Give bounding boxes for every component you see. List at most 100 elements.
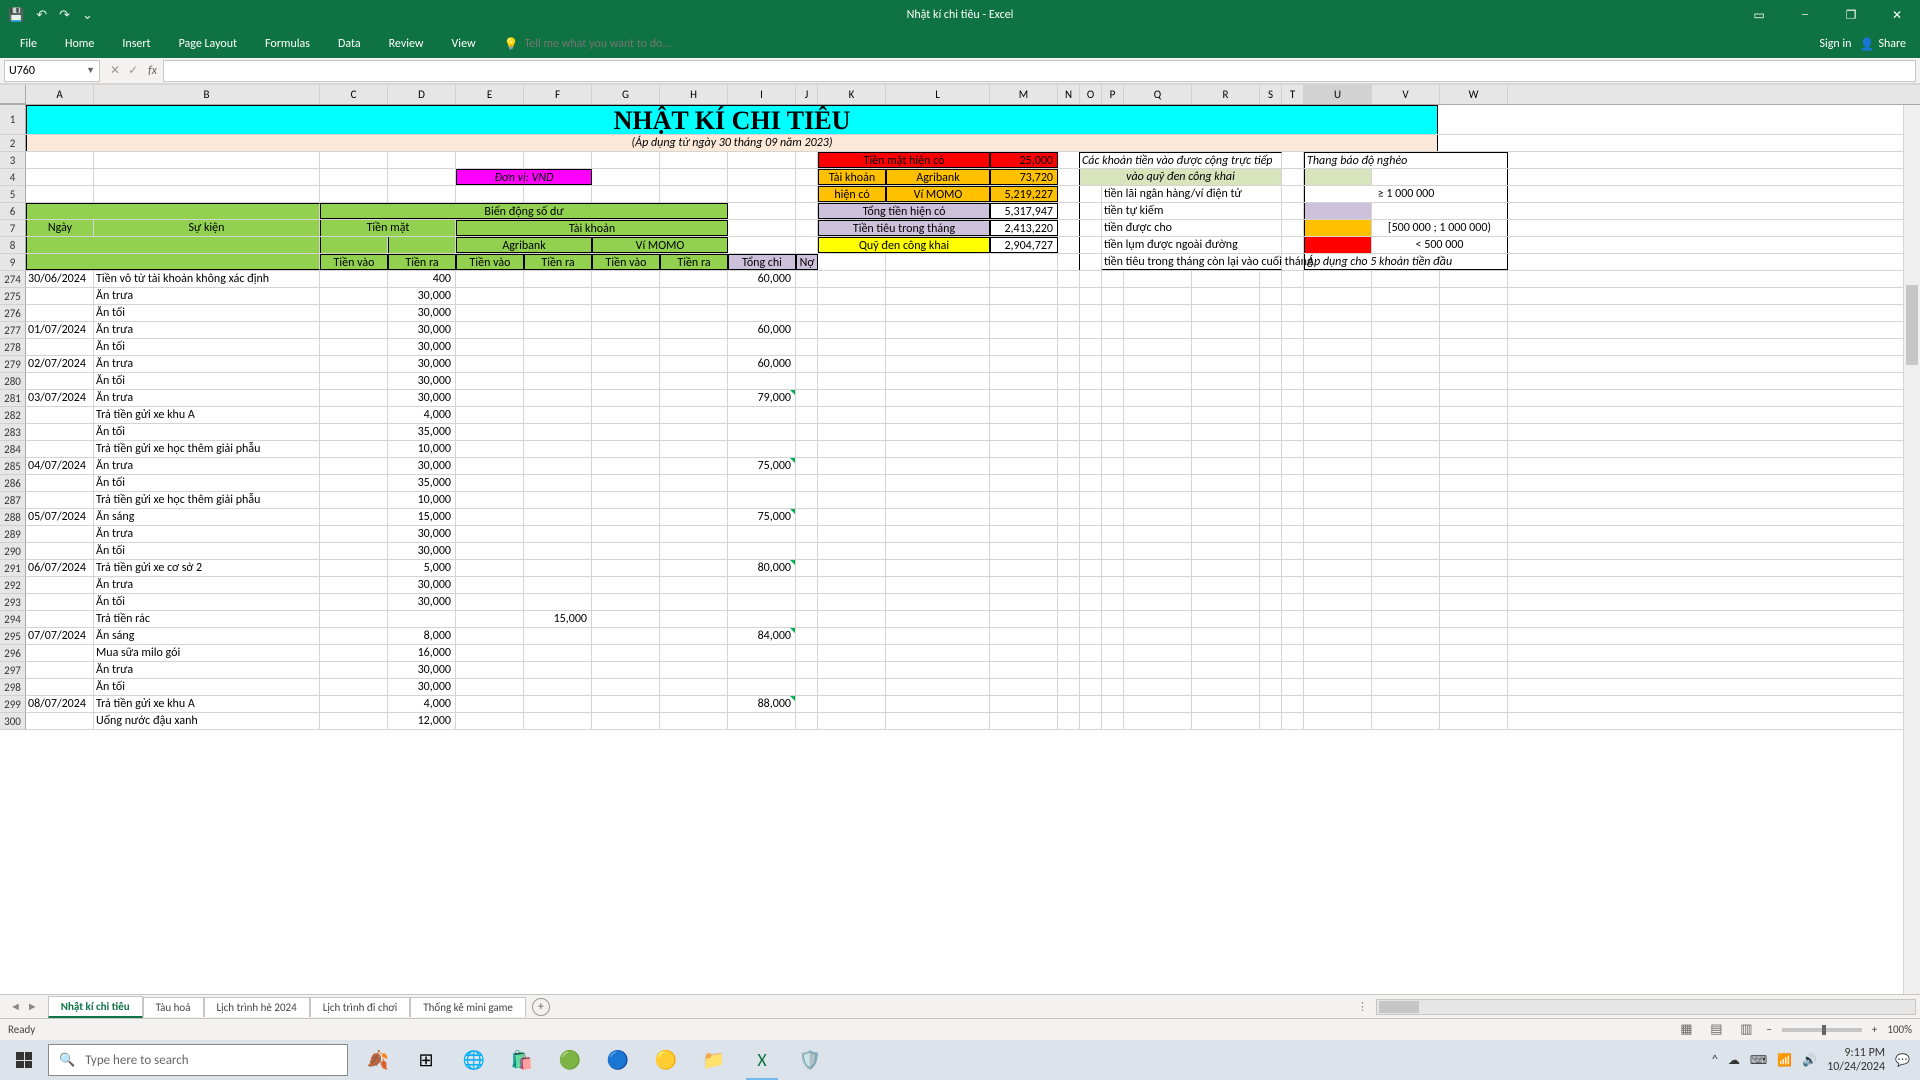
- cell[interactable]: [26, 679, 94, 695]
- sheet-tab[interactable]: Thống kê mini game: [410, 997, 526, 1017]
- cell[interactable]: [1440, 339, 1508, 355]
- cell[interactable]: 30,000: [388, 322, 456, 338]
- cell[interactable]: [1124, 628, 1192, 644]
- cell[interactable]: [990, 509, 1058, 525]
- cell[interactable]: Trả tiền rác: [94, 611, 320, 627]
- cell[interactable]: [1282, 509, 1304, 525]
- cell[interactable]: [1304, 679, 1372, 695]
- zoom-out-button[interactable]: −: [1766, 1023, 1771, 1036]
- cell[interactable]: [592, 322, 660, 338]
- cell[interactable]: [990, 526, 1058, 542]
- row-header[interactable]: 286: [0, 475, 26, 492]
- cell[interactable]: [1260, 662, 1282, 678]
- col-header[interactable]: B: [94, 85, 320, 104]
- cell[interactable]: [1304, 509, 1372, 525]
- cell[interactable]: [1058, 424, 1080, 440]
- cell[interactable]: 75,000: [728, 509, 796, 525]
- cell[interactable]: [26, 526, 94, 542]
- cell[interactable]: [1102, 322, 1124, 338]
- cell[interactable]: [1124, 577, 1192, 593]
- row-header[interactable]: 5: [0, 186, 26, 203]
- cell[interactable]: [1192, 424, 1260, 440]
- row-header[interactable]: 3: [0, 152, 26, 169]
- cell[interactable]: [1304, 407, 1372, 423]
- tab-review[interactable]: Review: [375, 30, 438, 58]
- cell[interactable]: [796, 458, 818, 474]
- cell[interactable]: [524, 390, 592, 406]
- cell[interactable]: [1260, 594, 1282, 610]
- cell[interactable]: [1372, 526, 1440, 542]
- cell[interactable]: [456, 271, 524, 287]
- row-header[interactable]: 284: [0, 441, 26, 458]
- cell[interactable]: [456, 628, 524, 644]
- cell[interactable]: [456, 696, 524, 712]
- cell[interactable]: [796, 271, 818, 287]
- cell-area[interactable]: NHẬT KÍ CHI TIÊU (Áp dụng từ ngày 30 thá…: [26, 105, 1920, 730]
- cell[interactable]: [660, 611, 728, 627]
- fx-icon[interactable]: fx: [148, 64, 163, 78]
- cell[interactable]: [886, 696, 990, 712]
- cell[interactable]: 02/07/2024: [26, 356, 94, 372]
- cell[interactable]: [1102, 305, 1124, 321]
- cell[interactable]: [1080, 611, 1102, 627]
- cell[interactable]: [1372, 560, 1440, 576]
- cell[interactable]: [818, 356, 886, 372]
- row-header[interactable]: 1: [0, 105, 26, 135]
- cell[interactable]: [1282, 662, 1304, 678]
- cell[interactable]: [1304, 696, 1372, 712]
- cell[interactable]: 30,000: [388, 543, 456, 559]
- cell[interactable]: [1102, 543, 1124, 559]
- cell[interactable]: [1372, 356, 1440, 372]
- cell[interactable]: [1282, 560, 1304, 576]
- cell[interactable]: [1372, 407, 1440, 423]
- cell[interactable]: [660, 322, 728, 338]
- cell[interactable]: [796, 356, 818, 372]
- cell[interactable]: [1440, 305, 1508, 321]
- cell[interactable]: 05/07/2024: [26, 509, 94, 525]
- cell[interactable]: [1058, 305, 1080, 321]
- cell[interactable]: [592, 407, 660, 423]
- cell[interactable]: [728, 526, 796, 542]
- cell[interactable]: [1102, 356, 1124, 372]
- tab-home[interactable]: Home: [51, 30, 108, 58]
- row-header[interactable]: 300: [0, 713, 26, 730]
- cell[interactable]: [320, 645, 388, 661]
- cell[interactable]: [796, 662, 818, 678]
- col-header[interactable]: D: [388, 85, 456, 104]
- cell[interactable]: [1440, 594, 1508, 610]
- cell[interactable]: [456, 475, 524, 491]
- cell[interactable]: [592, 424, 660, 440]
- cell[interactable]: [990, 679, 1058, 695]
- cell[interactable]: [524, 645, 592, 661]
- cloud-icon[interactable]: ☁: [1728, 1053, 1740, 1068]
- cell[interactable]: [1440, 611, 1508, 627]
- cell[interactable]: [1080, 475, 1102, 491]
- cell[interactable]: [818, 509, 886, 525]
- cell[interactable]: [1304, 458, 1372, 474]
- cell[interactable]: [592, 441, 660, 457]
- cell[interactable]: [1304, 628, 1372, 644]
- cell[interactable]: [1080, 407, 1102, 423]
- cell[interactable]: [456, 356, 524, 372]
- cell[interactable]: 88,000: [728, 696, 796, 712]
- cell[interactable]: 4,000: [388, 407, 456, 423]
- excel-icon[interactable]: X: [738, 1040, 786, 1080]
- cell[interactable]: [1282, 441, 1304, 457]
- maximize-button[interactable]: ❐: [1828, 0, 1874, 30]
- cell[interactable]: [1124, 713, 1192, 729]
- cell[interactable]: [26, 441, 94, 457]
- col-header[interactable]: T: [1282, 85, 1304, 104]
- cell[interactable]: [660, 407, 728, 423]
- cell[interactable]: [456, 322, 524, 338]
- cell[interactable]: [592, 271, 660, 287]
- cell[interactable]: [990, 611, 1058, 627]
- sheet-tab[interactable]: Nhật kí chi tiêu: [48, 996, 143, 1018]
- cell[interactable]: [990, 390, 1058, 406]
- cell[interactable]: [886, 390, 990, 406]
- cell[interactable]: [796, 611, 818, 627]
- row-header[interactable]: 287: [0, 492, 26, 509]
- tab-view[interactable]: View: [438, 30, 490, 58]
- ribbon-display-icon[interactable]: ▭: [1736, 0, 1782, 30]
- col-header[interactable]: F: [524, 85, 592, 104]
- cell[interactable]: [1192, 492, 1260, 508]
